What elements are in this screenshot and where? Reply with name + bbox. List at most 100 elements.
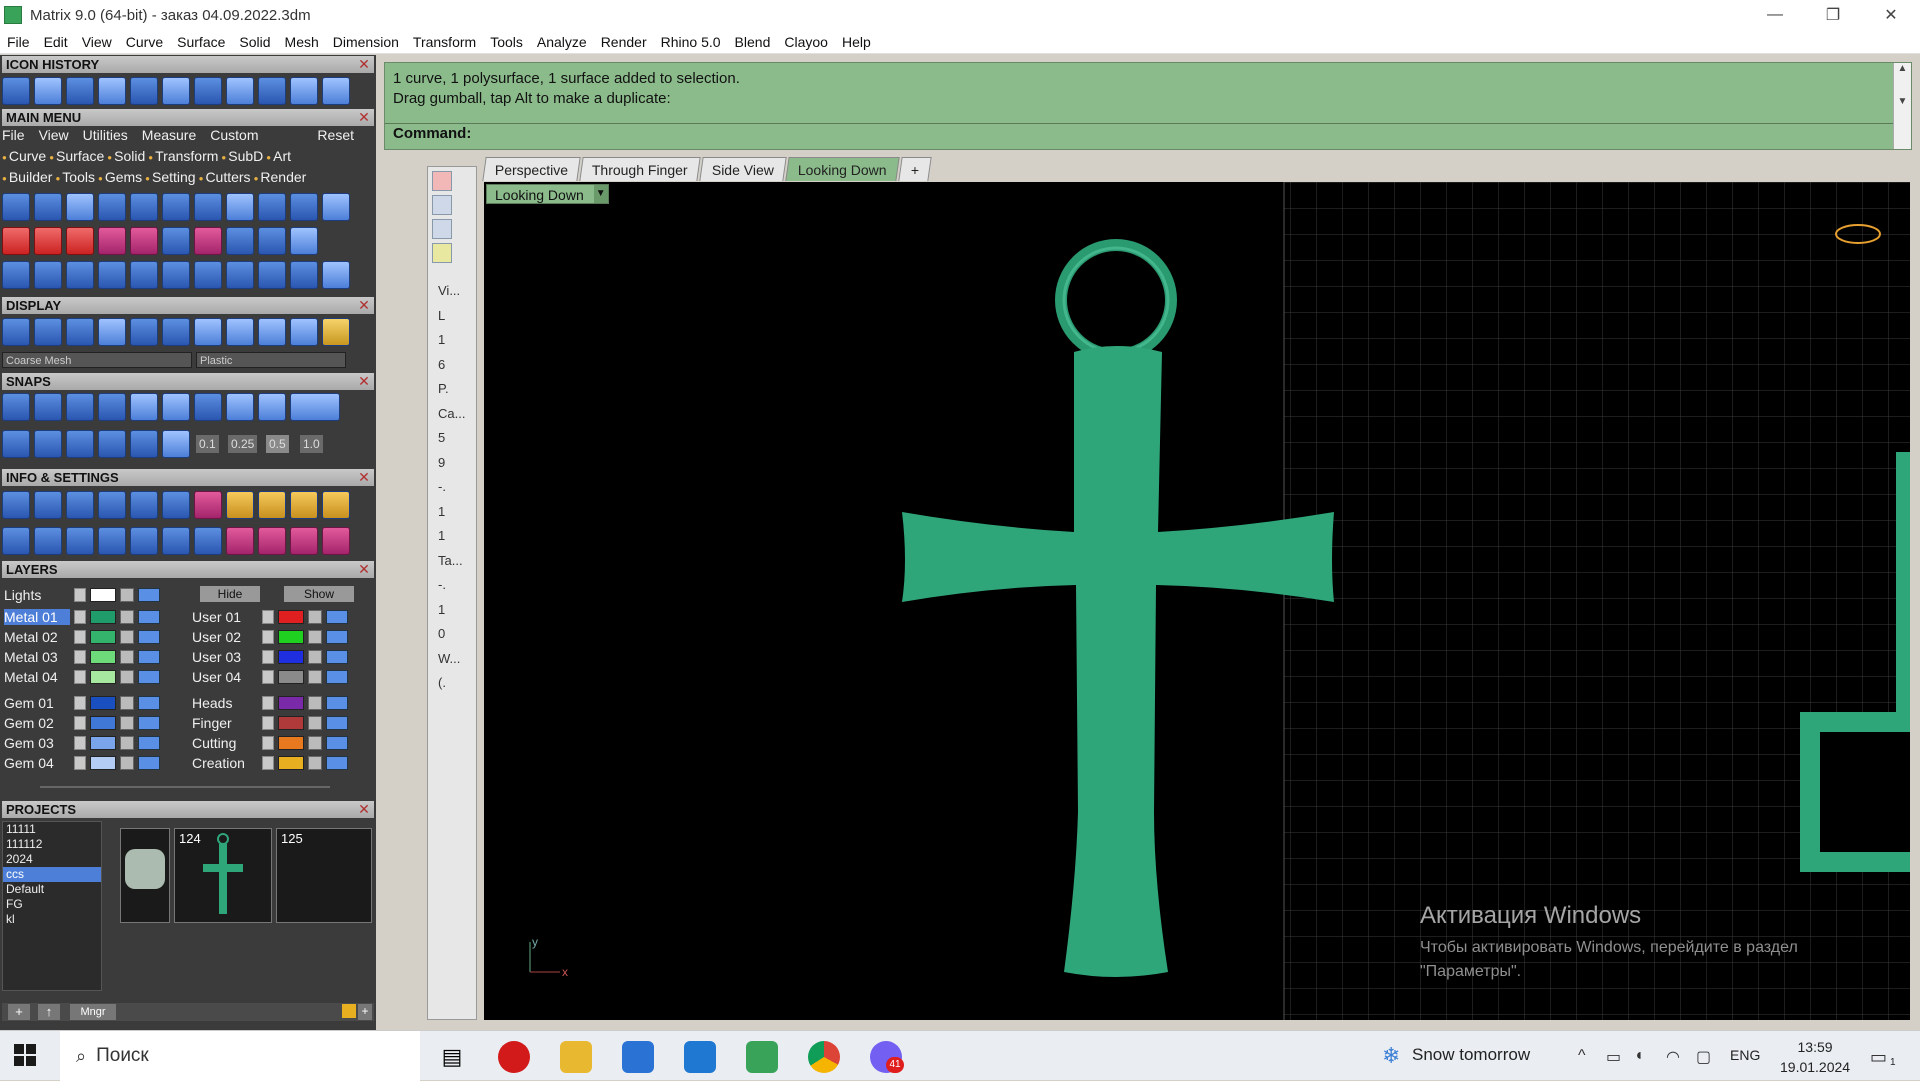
project-thumb-125[interactable]: 125 [276,828,372,923]
visibility-toggle[interactable] [326,669,348,684]
arc-icon[interactable] [34,261,62,289]
visibility-toggle[interactable] [138,755,160,770]
layer-row[interactable]: Finger [192,713,348,732]
monitor-icon[interactable] [432,195,452,215]
view-icon[interactable] [162,77,190,105]
figure-icon[interactable] [290,527,318,555]
zoom-icon[interactable] [34,491,62,519]
visibility-toggle[interactable] [138,587,160,602]
object-properties-icon[interactable] [432,171,452,191]
viber-icon[interactable]: 41 [870,1041,904,1073]
boolean-icon[interactable] [290,261,318,289]
rotate-icon[interactable] [162,261,190,289]
dimension-icon[interactable] [66,77,94,105]
project-item[interactable]: 2024 [3,852,101,867]
snap-value-0-25[interactable]: 0.25 [228,435,258,453]
layer-row[interactable]: User 02 [192,627,348,646]
box-icon[interactable] [162,227,190,255]
mail-icon[interactable] [684,1041,716,1073]
snap-value-1-0[interactable]: 1.0 [300,435,323,453]
lock-icon[interactable] [120,715,134,730]
prong-icon[interactable] [130,193,158,221]
close-icon[interactable]: ✕ [357,470,371,484]
panel-icon[interactable] [322,193,350,221]
visibility-toggle[interactable] [326,715,348,730]
file-explorer-icon[interactable] [560,1041,592,1073]
maximize-button[interactable]: ❐ [1804,0,1862,30]
main-menu-view[interactable]: View [39,127,69,143]
layer-color-swatch[interactable] [90,649,116,664]
gumball-icon[interactable] [194,77,222,105]
layer-row[interactable]: Gem 03 [4,733,160,752]
figure-icon[interactable] [258,527,286,555]
cat-solid[interactable]: Solid [107,148,145,164]
expand-icon[interactable] [74,755,86,770]
lock-icon[interactable] [120,695,134,710]
cat-setting[interactable]: Setting [145,169,196,185]
ring-icon[interactable] [66,193,94,221]
visibility-toggle[interactable] [138,649,160,664]
layer-name[interactable]: Gem 01 [4,695,70,711]
forward-arrow-icon[interactable] [322,77,350,105]
layer-color-swatch[interactable] [278,609,304,624]
cat-transform[interactable]: Transform [148,148,218,164]
project-thumb-124[interactable]: 124 [174,828,272,923]
property-item[interactable]: 1 [438,332,445,347]
color-wheel-icon[interactable] [432,243,452,263]
lock-icon[interactable] [308,735,322,750]
near-snap-icon[interactable] [34,393,62,421]
expand-icon[interactable] [262,609,274,624]
cat-builder[interactable]: Builder [2,169,53,185]
column-icon[interactable] [98,527,126,555]
planar-icon[interactable] [34,430,62,458]
tab-through-finger[interactable]: Through Finger [579,157,701,181]
property-item[interactable]: 5 [438,430,445,445]
cat-surface[interactable]: Surface [49,148,104,164]
lock-icon[interactable] [308,755,322,770]
layer-row[interactable]: Metal 04 [4,667,160,686]
property-item[interactable]: 9 [438,455,445,470]
heart-icon[interactable] [226,193,254,221]
rendered-icon[interactable] [66,318,94,346]
expand-icon[interactable] [74,629,86,644]
property-item[interactable]: -. [438,577,446,592]
menu-analyze[interactable]: Analyze [530,34,594,50]
layer-name[interactable]: User 02 [192,629,258,645]
window-icon[interactable] [290,491,318,519]
main-menu-custom[interactable]: Custom [210,127,258,143]
material-sphere-icon[interactable] [194,318,222,346]
project-icon[interactable] [66,430,94,458]
lock-icon[interactable] [308,715,322,730]
cube-icon[interactable] [130,227,158,255]
lock-icon[interactable] [308,629,322,644]
layer-row[interactable]: User 03 [192,647,348,666]
layer-color-swatch[interactable] [90,609,116,624]
expand-icon[interactable] [74,587,86,602]
record-icon[interactable] [162,430,190,458]
ortho-toggle-icon[interactable] [290,393,340,421]
material-sphere-icon[interactable] [258,318,286,346]
expand-icon[interactable] [74,649,86,664]
layer-name[interactable]: Metal 02 [4,629,70,645]
main-menu-utilities[interactable]: Utilities [83,127,128,143]
layer-color-swatch[interactable] [278,669,304,684]
expand-icon[interactable] [262,695,274,710]
property-item[interactable]: -. [438,479,446,494]
project-thumb[interactable] [120,828,170,923]
pipe-icon[interactable] [98,261,126,289]
display-icon[interactable]: ▢ [1696,1047,1711,1067]
main-menu-reset[interactable]: Reset [317,127,354,143]
clasp-icon[interactable] [290,193,318,221]
check-icon[interactable] [226,227,254,255]
layer-name[interactable]: Gem 03 [4,735,70,751]
expand-icon[interactable] [74,609,86,624]
layer-row[interactable]: Heads [192,693,348,712]
circle-icon[interactable] [2,193,30,221]
visibility-toggle[interactable] [326,609,348,624]
cat-art[interactable]: Art [266,148,291,164]
cutter-icon[interactable] [258,227,286,255]
mid-snap-icon[interactable] [98,393,126,421]
layer-color-swatch[interactable] [90,669,116,684]
visibility-toggle[interactable] [326,629,348,644]
lock-icon[interactable] [308,669,322,684]
